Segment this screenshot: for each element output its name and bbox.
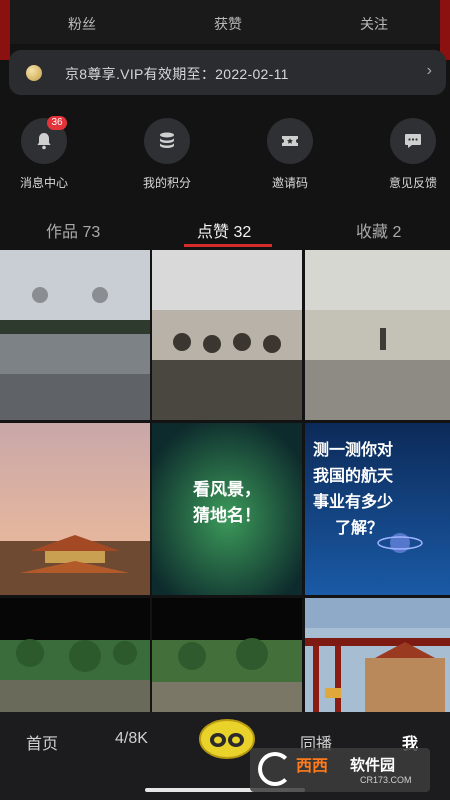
vip-banner[interactable]: 京8尊享.VIP有效期至：2022-02-11 › xyxy=(9,50,446,95)
coin-stack-icon xyxy=(160,132,174,148)
quick-actions: 36 消息中心 我的积分 邀请码 意见反馈 xyxy=(0,116,450,191)
feedback-button[interactable]: 意见反馈 xyxy=(373,118,450,191)
video-thumbnail[interactable] xyxy=(0,250,150,420)
likes-received-stat[interactable]: 获赞 xyxy=(188,14,268,34)
vip-coin-icon xyxy=(26,65,42,81)
scenery-quiz-overlay: 猜地名！ xyxy=(192,505,261,526)
my-points-label: 我的积分 xyxy=(142,176,191,190)
nav-4k8k[interactable]: 4/8K xyxy=(115,730,148,748)
space-quiz-line-3: 事业有多少 xyxy=(313,492,393,511)
space-quiz-line-1: 测一测你对 xyxy=(313,440,393,459)
tab-likes[interactable]: 点赞 32 xyxy=(197,218,251,242)
message-center-label: 消息中心 xyxy=(19,176,68,190)
nav-home[interactable]: 首页 xyxy=(26,730,58,754)
invite-code-label: 邀请码 xyxy=(271,176,308,190)
video-thumbnail[interactable]: 看风景， 猜地名！ xyxy=(152,423,302,595)
watermark-url: CR173.COM xyxy=(360,775,412,785)
chevron-right-icon: › xyxy=(426,62,432,79)
space-quiz-line-4: 了解？ xyxy=(335,518,383,537)
content-tabs: 作品 73 点赞 32 收藏 2 xyxy=(0,208,450,248)
video-thumbnail[interactable] xyxy=(152,250,302,420)
feedback-label: 意见反馈 xyxy=(388,176,437,190)
profile-stats: 粉丝 获赞 关注 xyxy=(0,0,450,60)
ticket-icon xyxy=(282,136,298,146)
watermark-logo-icon xyxy=(258,752,292,786)
unread-badge: 36 xyxy=(47,116,67,130)
chat-bubble-icon xyxy=(405,134,421,148)
following-stat[interactable]: 关注 xyxy=(334,14,414,34)
invite-code-button[interactable]: 邀请码 xyxy=(250,118,330,191)
space-quiz-line-2: 我国的航天 xyxy=(313,466,394,485)
liked-videos-grid: 看风景， 猜地名！ 测一测你对 我国的航天 事业有多少 了解？ xyxy=(0,250,450,712)
site-watermark: 西西 软件园 CR173.COM xyxy=(250,748,430,792)
video-thumbnail[interactable] xyxy=(0,423,150,595)
tab-favorites[interactable]: 收藏 2 xyxy=(356,218,401,242)
active-tab-indicator xyxy=(184,244,272,247)
message-center-button[interactable]: 36 消息中心 xyxy=(4,116,84,191)
scenery-quiz-overlay: 看风景， xyxy=(192,479,261,500)
video-thumbnail[interactable] xyxy=(305,598,450,712)
video-thumbnail[interactable] xyxy=(0,598,150,712)
vip-expiry-text: 京8尊享.VIP有效期至：2022-02-11 xyxy=(65,66,289,82)
header-accent xyxy=(0,0,10,60)
my-points-button[interactable]: 我的积分 xyxy=(127,118,207,191)
tab-works[interactable]: 作品 73 xyxy=(46,218,100,242)
followers-stat[interactable]: 粉丝 xyxy=(42,14,122,34)
video-thumbnail[interactable] xyxy=(305,250,450,420)
video-thumbnail[interactable] xyxy=(152,598,302,712)
watermark-brand: 西西 xyxy=(296,758,329,775)
watermark-sub: 软件园 xyxy=(350,757,396,774)
header-accent xyxy=(440,0,450,60)
app-logo-button[interactable] xyxy=(198,718,256,760)
bell-icon xyxy=(37,133,51,150)
video-thumbnail[interactable]: 测一测你对 我国的航天 事业有多少 了解？ xyxy=(305,423,450,595)
